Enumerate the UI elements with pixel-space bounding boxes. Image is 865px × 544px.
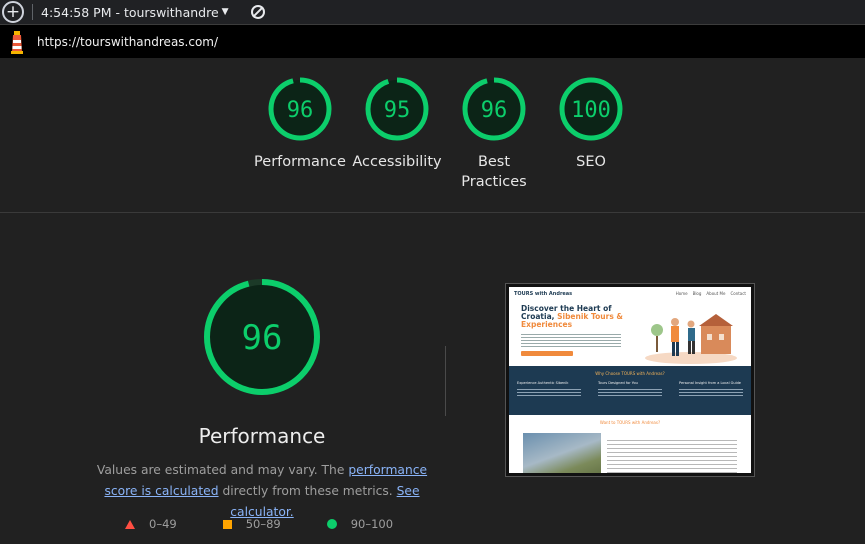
site-hero-button	[521, 351, 573, 356]
site-nav-link: Home	[675, 291, 688, 296]
site-logo: TOURS with Andreas	[514, 290, 573, 297]
gauge-ring: 96	[462, 77, 526, 141]
legend-label: 90–100	[350, 517, 394, 531]
legend-label: 50–89	[245, 517, 281, 531]
add-report-button[interactable]: +	[2, 1, 24, 23]
site-band-column-title: Experience Authentic Sibenik	[517, 381, 569, 385]
legend-average: 50–89	[222, 517, 281, 531]
gauge-score: 95	[384, 98, 411, 123]
site-band-column: Personal Insight from a Local Guide	[679, 381, 743, 396]
site-band-column-title: Tours Designed for You	[598, 381, 638, 385]
page-screenshot-thumbnail[interactable]: TOURS with Andreas Home Blog About Me Co…	[505, 283, 755, 477]
site-lower-text	[607, 437, 737, 473]
site-hero-title: Discover the Heart of Croatia, Sibenik T…	[521, 304, 623, 329]
gauge-label: Accessibility	[352, 154, 442, 170]
hero-illustration	[645, 314, 737, 364]
site-band-column-text	[679, 387, 743, 396]
gauge-best-practices[interactable]: 96 Best Practices	[444, 76, 544, 192]
plus-icon: +	[5, 1, 21, 22]
site-nav-link: Blog	[692, 291, 702, 296]
url-bar: https://tourswithandreas.com/	[0, 25, 865, 58]
site-nav-link: Contact	[730, 291, 746, 296]
caret-down-icon: ▼	[221, 7, 229, 17]
gauge-score: 100	[571, 98, 611, 123]
desc-text: Values are estimated and may vary. The	[96, 463, 349, 477]
site-lower-section: Want to TOURS with Andreas?	[509, 415, 751, 473]
site-lower-title: Want to TOURS with Andreas?	[599, 420, 661, 425]
score-legend: 0–49 50–89 90–100	[125, 517, 439, 531]
site-nav-link: About Me	[706, 291, 726, 296]
desc-text: directly from these metrics.	[218, 484, 397, 498]
site-nav: TOURS with Andreas Home Blog About Me Co…	[509, 287, 751, 300]
gauge-label: Performance	[254, 154, 346, 170]
site-hero-text	[521, 332, 621, 348]
site-band: Why Choose TOURS with Andreas? Experienc…	[509, 366, 751, 415]
lighthouse-icon	[9, 30, 25, 54]
circle-icon	[326, 519, 337, 529]
site-band-column-text	[517, 387, 581, 396]
gauge-ring: 100	[559, 77, 623, 141]
gauge-ring: 96	[268, 77, 332, 141]
gauge-score: 96	[287, 98, 314, 123]
site-photo	[523, 433, 601, 473]
performance-description: Values are estimated and may vary. The p…	[92, 460, 432, 523]
square-icon	[222, 519, 232, 529]
gauge-score: 96	[481, 98, 508, 123]
report-selector[interactable]: 4:54:58 PM - tourswithandre ▼	[41, 5, 229, 20]
clear-icon[interactable]	[250, 5, 265, 19]
performance-title: Performance	[198, 424, 326, 448]
gauge-label: Best Practices	[461, 154, 527, 190]
performance-score: 96	[242, 318, 283, 358]
gauge-label: SEO	[576, 154, 606, 170]
gauge-accessibility[interactable]: 95 Accessibility	[347, 76, 447, 172]
site-band-columns: Experience Authentic Sibenik Tours Desig…	[517, 381, 743, 396]
triangle-icon	[125, 519, 135, 529]
site-hero: Discover the Heart of Croatia, Sibenik T…	[509, 300, 751, 366]
site-band-column: Experience Authentic Sibenik	[517, 381, 581, 396]
gauge-ring: 95	[365, 77, 429, 141]
devtools-toolbar: + 4:54:58 PM - tourswithandre ▼	[0, 0, 865, 25]
gauge-performance[interactable]: 96 Performance	[250, 76, 350, 172]
vertical-separator	[445, 346, 446, 416]
toolbar-separator	[32, 4, 33, 20]
performance-gauge: 96	[201, 276, 323, 402]
gauge-seo[interactable]: 100 SEO	[541, 76, 641, 172]
site-nav-links: Home Blog About Me Contact	[676, 291, 746, 296]
site-preview: TOURS with Andreas Home Blog About Me Co…	[509, 287, 751, 473]
site-band-column-text	[598, 387, 662, 396]
site-band-column: Tours Designed for You	[598, 381, 662, 396]
site-band-title: Why Choose TOURS with Andreas?	[595, 371, 665, 376]
legend-fail: 0–49	[125, 517, 177, 531]
report-selector-label: 4:54:58 PM - tourswithandre	[41, 4, 219, 20]
site-band-column-title: Personal Insight from a Local Guide	[679, 381, 741, 385]
legend-label: 0–49	[149, 517, 177, 531]
section-divider	[0, 212, 865, 213]
legend-pass: 90–100	[326, 517, 394, 531]
page-url: https://tourswithandreas.com/	[37, 34, 219, 49]
